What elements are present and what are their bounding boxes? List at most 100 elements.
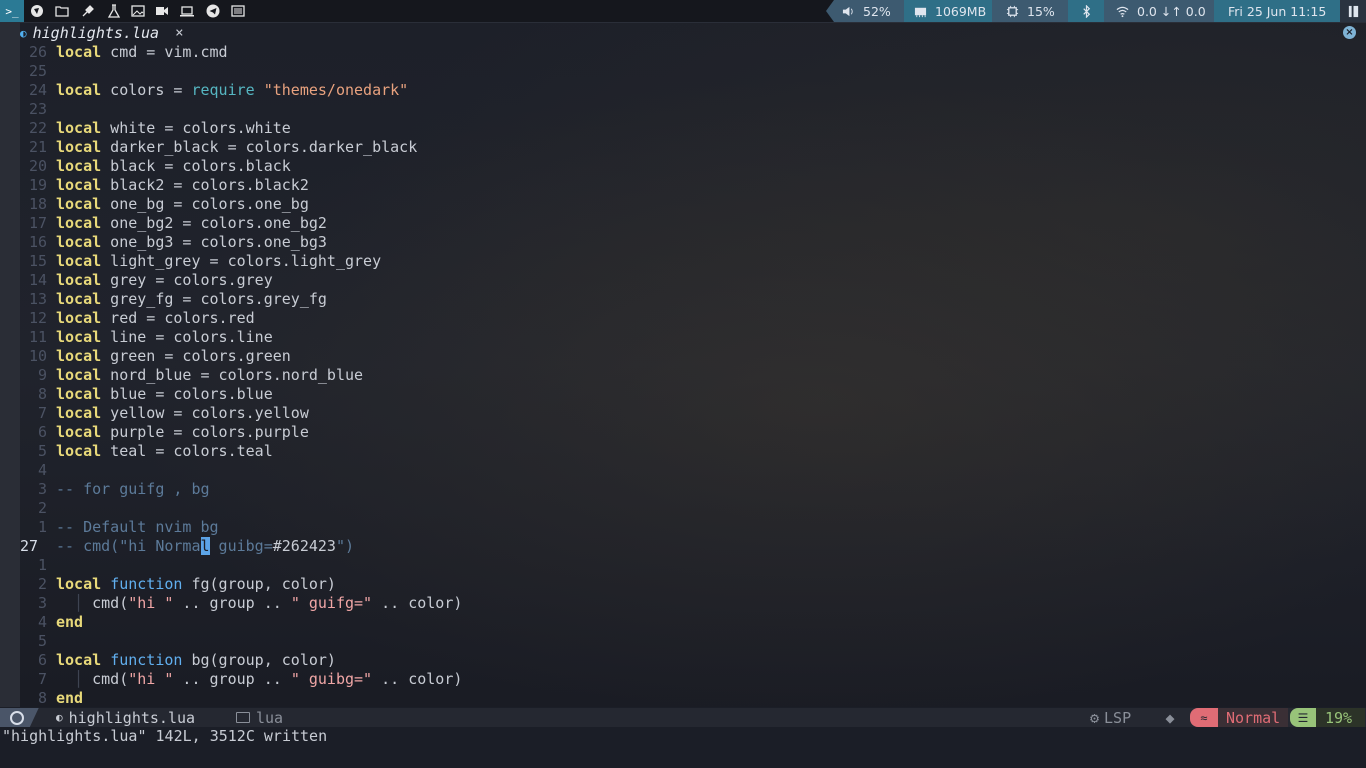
tab-close-button[interactable]: ×	[175, 25, 183, 41]
code-token: blue = colors.blue	[101, 385, 273, 403]
line-number: 19	[28, 176, 47, 194]
code-line[interactable]: 15 local light_grey = colors.light_grey	[20, 252, 1366, 271]
code-line[interactable]: 19 local black2 = colors.black2	[20, 176, 1366, 195]
code-text: local colors = require "themes/onedark"	[56, 81, 408, 100]
code-token: local	[56, 404, 102, 422]
code-line[interactable]: 5	[20, 632, 1366, 651]
code-line[interactable]: 13 local grey_fg = colors.grey_fg	[20, 290, 1366, 309]
line-number: 8	[37, 689, 47, 707]
lsp-status: ⚙ LSP	[1090, 708, 1131, 727]
code-token: light_grey = colors.light_grey	[101, 252, 382, 270]
statusline-file: ◐ highlights.lua	[56, 708, 195, 727]
flask-icon[interactable]	[103, 0, 125, 22]
code-line[interactable]: 6 local function bg(group, color)	[20, 651, 1366, 670]
code-line[interactable]: 4	[20, 461, 1366, 480]
code-token: purple = colors.purple	[101, 423, 309, 441]
line-number: 1	[37, 556, 47, 574]
code-line[interactable]: 18 local one_bg = colors.one_bg	[20, 195, 1366, 214]
laptop-icon[interactable]	[176, 0, 198, 22]
settings-panel-icon[interactable]	[227, 0, 249, 22]
code-line[interactable]: 7 local yellow = colors.yellow	[20, 404, 1366, 423]
line-number: 17	[28, 214, 47, 232]
code-line[interactable]: 21 local darker_black = colors.darker_bla…	[20, 138, 1366, 157]
menu-panel[interactable]	[1340, 0, 1366, 22]
lines-icon: ☰	[1290, 708, 1316, 727]
code-line[interactable]: 7 │ cmd("hi " .. group .. " guibg=" .. c…	[20, 670, 1366, 689]
clock[interactable]: Fri 25 Jun 11:15	[1214, 0, 1354, 22]
code-text: -- cmd("hi Normal guibg=#262423")	[56, 537, 354, 556]
code-token: nord_blue = colors.nord_blue	[101, 366, 364, 384]
code-token: .. color)	[372, 670, 463, 688]
code-token: -- for guifg , bg	[56, 480, 210, 498]
browser-icon[interactable]	[26, 0, 48, 22]
line-number: 13	[28, 290, 47, 308]
line-number: 24	[28, 81, 47, 99]
top-panel: >_ 52% 1069MB 15% 0.0 ↓↑ 0.0 Fri 25 Jun …	[0, 0, 1366, 23]
code-line[interactable]: 1 -- Default nvim bg	[20, 518, 1366, 537]
code-text: local darker_black = colors.darker_black	[56, 138, 417, 157]
code-line[interactable]: 2 local function fg(group, color)	[20, 575, 1366, 594]
code-token: .. group ..	[173, 594, 291, 612]
code-line[interactable]: 11 local line = colors.line	[20, 328, 1366, 347]
code-token: black2 = colors.black2	[101, 176, 309, 194]
code-line[interactable]: 22 local white = colors.white	[20, 119, 1366, 138]
code-line[interactable]: 2	[20, 499, 1366, 518]
wifi-icon	[1116, 6, 1129, 17]
code-line[interactable]: 23	[20, 100, 1366, 119]
code-line[interactable]: 8 end	[20, 689, 1366, 708]
code-token: local	[56, 119, 102, 137]
line-number: 6	[37, 651, 47, 669]
color-picker-icon[interactable]	[77, 0, 99, 22]
vim-mode-icon	[0, 708, 46, 727]
code-token: │	[56, 670, 93, 688]
code-token: cmd(	[92, 670, 129, 688]
code-line[interactable]: 24 local colors = require "themes/onedark…	[20, 81, 1366, 100]
code-line[interactable]: 3 -- for guifg , bg	[20, 480, 1366, 499]
code-token: local	[56, 328, 102, 346]
code-line[interactable]: 3 │ cmd("hi " .. group .. " guifg=" .. c…	[20, 594, 1366, 613]
terminal-icon[interactable]: >_	[0, 0, 24, 22]
code-line[interactable]: 4 end	[20, 613, 1366, 632]
code-token: one_bg = colors.one_bg	[101, 195, 309, 213]
buffer-tab-active[interactable]: ◐ highlights.lua ×	[20, 23, 192, 43]
code-line[interactable]: 1	[20, 556, 1366, 575]
volume-value: 52%	[863, 3, 891, 19]
code-token: local	[56, 157, 102, 175]
code-line[interactable]: 8 local blue = colors.blue	[20, 385, 1366, 404]
code-line[interactable]: 25	[20, 62, 1366, 81]
code-line[interactable]: 26 local cmd = vim.cmd	[20, 43, 1366, 62]
code-text: │ cmd("hi " .. group .. " guifg=" .. col…	[56, 594, 462, 613]
line-number: 4	[37, 461, 47, 479]
close-all-icon[interactable]: ×	[1343, 26, 1356, 39]
vim-logo-icon: ≈	[1190, 708, 1218, 727]
code-line[interactable]: 20 local black = colors.black	[20, 157, 1366, 176]
image-icon[interactable]	[127, 0, 149, 22]
lua-file-icon: ◐	[20, 26, 27, 40]
code-area[interactable]: 26 local cmd = vim.cmd 25 24 local colors = …	[20, 43, 1366, 708]
code-line[interactable]: 5 local teal = colors.teal	[20, 442, 1366, 461]
code-token: local	[56, 81, 102, 99]
folder-icon[interactable]	[51, 0, 73, 22]
network-indicator[interactable]: 0.0 ↓↑ 0.0	[1104, 0, 1226, 22]
code-token: one_bg2 = colors.one_bg2	[101, 214, 327, 232]
code-line[interactable]: 12 local red = colors.red	[20, 309, 1366, 328]
code-text: local green = colors.green	[56, 347, 291, 366]
code-line[interactable]: 14 local grey = colors.grey	[20, 271, 1366, 290]
code-token: local	[56, 233, 102, 251]
code-line[interactable]: 27 -- cmd("hi Normal guibg=#262423")	[20, 537, 1366, 556]
code-line[interactable]: 17 local one_bg2 = colors.one_bg2	[20, 214, 1366, 233]
command-line[interactable]: "highlights.lua" 142L, 3512C written	[0, 727, 1366, 768]
code-token: #262423	[272, 537, 336, 555]
code-token: local	[56, 195, 102, 213]
code-token: local	[56, 347, 102, 365]
code-line[interactable]: 6 local purple = colors.purple	[20, 423, 1366, 442]
code-line[interactable]: 16 local one_bg3 = colors.one_bg3	[20, 233, 1366, 252]
video-icon[interactable]	[151, 0, 173, 22]
code-token: local	[56, 271, 102, 289]
code-token: green = colors.green	[101, 347, 291, 365]
telegram-icon[interactable]	[202, 0, 224, 22]
code-token: -- Default nvim bg	[56, 518, 219, 536]
code-line[interactable]: 10 local green = colors.green	[20, 347, 1366, 366]
code-line[interactable]: 9 local nord_blue = colors.nord_blue	[20, 366, 1366, 385]
